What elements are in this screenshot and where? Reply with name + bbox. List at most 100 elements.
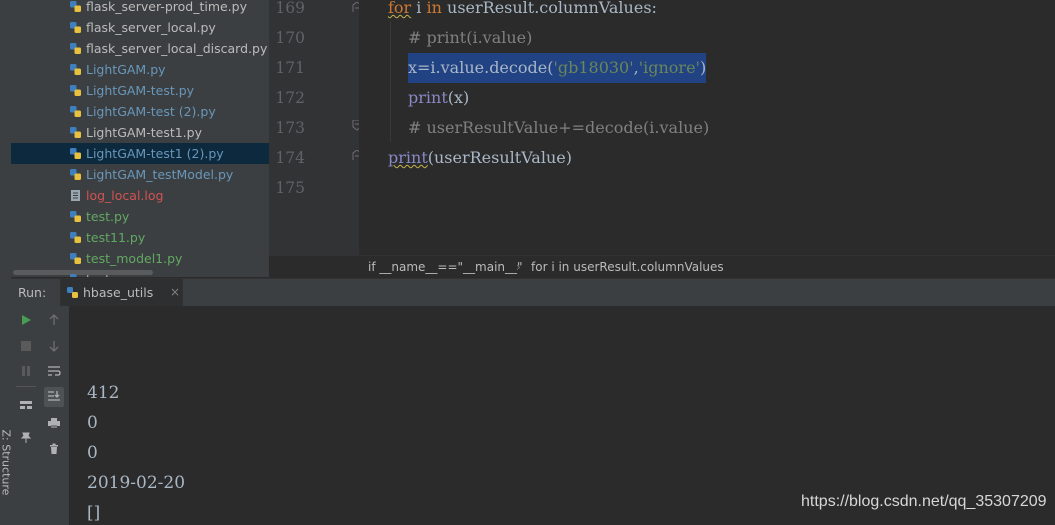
tree-item-label: LightGAM-test (2).py: [86, 104, 216, 119]
code-token: # print(i.value): [408, 28, 533, 47]
toolbar-separator: [16, 386, 36, 387]
code-token: i: [411, 0, 427, 17]
console-output-line: 412: [87, 383, 120, 403]
code-line: for i in userResult.columnValues:: [388, 0, 657, 23]
python-file-icon: [70, 106, 81, 117]
python-file-icon: [70, 85, 81, 96]
tree-item[interactable]: flask_server-prod_time.py: [11, 0, 269, 17]
scroll-down-icon[interactable]: [44, 336, 64, 356]
close-icon[interactable]: ×: [170, 279, 180, 306]
python-file-icon: [67, 287, 78, 298]
line-number: 175: [275, 179, 305, 197]
tree-item-label: test.py: [86, 209, 130, 224]
print-icon[interactable]: [44, 413, 64, 433]
trash-icon[interactable]: [44, 439, 64, 459]
python-file-icon: [70, 43, 81, 54]
python-file-icon: [70, 232, 81, 243]
tree-item[interactable]: LightGAM-test.py: [11, 80, 269, 101]
console-output-line: 2019-02-20: [87, 473, 186, 493]
breadcrumb-item-for-loop[interactable]: for i in userResult.columnValues: [531, 256, 724, 279]
breadcrumb-item-if-main[interactable]: if __name__=="__main__": [368, 256, 523, 279]
tree-item[interactable]: LightGAM-test1 (2).py: [11, 143, 269, 164]
log-file-icon: [71, 190, 80, 201]
line-number: 170: [275, 29, 305, 47]
code-editor[interactable]: for i in userResult.columnValues: # print…: [359, 0, 1055, 255]
tree-item[interactable]: flask_server_local.py: [11, 17, 269, 38]
scroll-to-end-icon[interactable]: [44, 387, 64, 407]
run-tab-label: hbase_utils: [83, 285, 154, 300]
tree-item-label: flask_server-prod_time.py: [86, 0, 247, 14]
tree-item[interactable]: flask_server_local_discard.py: [11, 38, 269, 59]
soft-wrap-icon[interactable]: [44, 361, 64, 381]
line-number: 173: [275, 119, 305, 137]
code-token: print: [388, 148, 428, 167]
tree-item-label: LightGAM-test1 (2).py: [86, 146, 224, 161]
code-line: print(x): [408, 83, 469, 113]
python-file-icon: [70, 148, 81, 159]
breadcrumb: if __name__=="__main__" › for i in userR…: [269, 255, 1055, 279]
line-number: 171: [275, 59, 305, 77]
line-number: 174: [275, 149, 305, 167]
code-token: in: [426, 0, 442, 17]
tree-item[interactable]: test.py: [11, 206, 269, 227]
code-token: # userResultValue+=decode(i.value): [408, 118, 710, 137]
python-file-icon: [70, 169, 81, 180]
tree-item[interactable]: LightGAM_testModel.py: [11, 164, 269, 185]
console-output-line: 0: [87, 443, 98, 463]
code-line: print(userResultValue): [388, 143, 572, 173]
code-line: # userResultValue+=decode(i.value): [408, 113, 709, 143]
watermark: https://blog.csdn.net/qq_35307209: [801, 493, 1047, 510]
tree-item-label: LightGAM.py: [86, 62, 166, 77]
python-file-icon: [70, 1, 81, 12]
tree-item[interactable]: test_model1.py: [11, 248, 269, 269]
run-tool-window-header: Run: hbase_utils ×: [11, 278, 1055, 307]
tree-item-label: log_local.log: [86, 188, 164, 203]
chevron-right-icon: ›: [516, 260, 521, 274]
tree-item-label: LightGAM-test.py: [86, 83, 195, 98]
layout-icon[interactable]: [16, 395, 36, 415]
code-token: x=i.value.decode(: [408, 58, 554, 77]
rerun-icon[interactable]: [16, 310, 36, 330]
tree-item[interactable]: test11.py: [11, 227, 269, 248]
code-token: for: [388, 0, 412, 17]
code-token: (userResultValue): [427, 148, 572, 167]
code-token: ): [699, 58, 707, 77]
line-number: 169: [275, 0, 305, 17]
python-file-icon: [70, 127, 81, 138]
scroll-up-icon[interactable]: [44, 310, 64, 330]
indent-guide: [390, 22, 391, 142]
code-token: print: [408, 88, 448, 107]
python-file-icon: [70, 253, 81, 264]
run-title: Run:: [18, 285, 47, 300]
tree-item[interactable]: LightGAM.py: [11, 59, 269, 80]
run-toolbar: [11, 306, 69, 525]
python-file-icon: [70, 64, 81, 75]
code-line: x=i.value.decode('gb18030','ignore'): [408, 53, 707, 83]
pin-icon[interactable]: [16, 428, 36, 448]
console-output-line: 0: [87, 413, 98, 433]
tree-item-label: test_new.py: [86, 269, 160, 277]
tree-item[interactable]: LightGAM-test (2).py: [11, 101, 269, 122]
tree-item[interactable]: test_new.py: [11, 269, 269, 277]
python-file-icon: [70, 211, 81, 222]
code-token: 'gb18030': [553, 58, 634, 77]
tree-item-label: LightGAM_testModel.py: [86, 167, 234, 182]
pause-icon[interactable]: [16, 361, 36, 381]
tree-item-label: LightGAM-test1.py: [86, 125, 202, 140]
stop-icon[interactable]: [16, 336, 36, 356]
tree-item-label: flask_server_local.py: [86, 20, 216, 35]
ide-window: Z: Structure flask_server-prod_time.py fl…: [0, 0, 1055, 525]
tree-item[interactable]: LightGAM-test1.py: [11, 122, 269, 143]
console-output-line: []: [87, 503, 101, 523]
line-number: 172: [275, 89, 305, 107]
tree-item-label: flask_server_local_discard.py: [86, 41, 268, 56]
code-token: (x): [447, 88, 470, 107]
project-tree: flask_server-prod_time.py flask_server_lo…: [11, 0, 269, 277]
python-file-icon: [70, 274, 77, 277]
tree-item[interactable]: log_local.log: [11, 185, 269, 206]
tab-hbase-utils[interactable]: hbase_utils ×: [60, 279, 183, 306]
tree-item-label: test_model1.py: [86, 251, 183, 266]
tree-item-label: test11.py: [86, 230, 146, 245]
code-token: userResult.columnValues:: [441, 0, 657, 17]
code-token: 'ignore': [638, 58, 700, 77]
